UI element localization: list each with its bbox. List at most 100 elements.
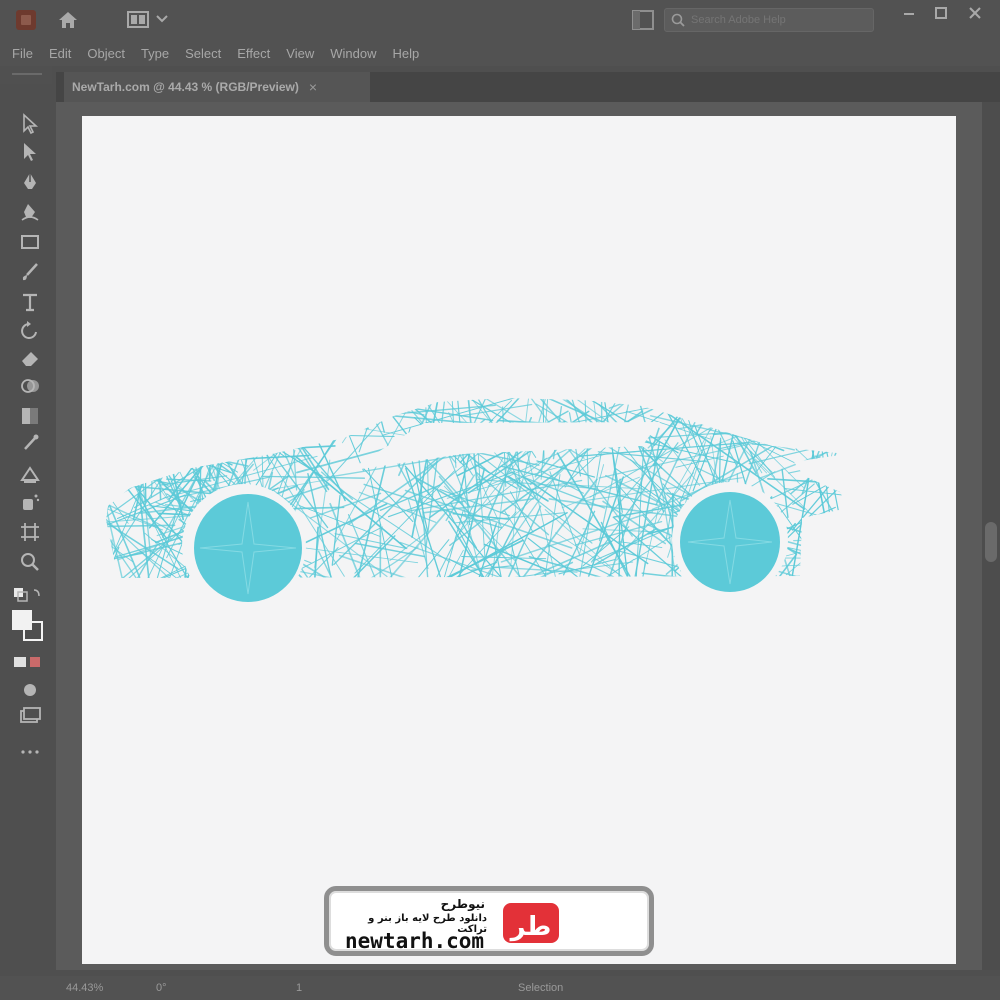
mesh-line — [159, 398, 302, 431]
mesh-line — [117, 398, 246, 438]
direct-selection-tool-icon[interactable] — [18, 140, 42, 164]
menu-file[interactable]: File — [12, 46, 33, 61]
mesh-line — [188, 398, 245, 415]
mesh-line — [140, 454, 200, 472]
arrange-documents-icon[interactable] — [632, 10, 654, 30]
artboard-number[interactable]: 1 — [296, 982, 302, 994]
menu-help[interactable]: Help — [392, 46, 419, 61]
eraser-tool-icon[interactable] — [18, 346, 42, 370]
mesh-line — [800, 403, 848, 470]
mesh-line — [106, 464, 171, 484]
default-colors-icon[interactable] — [12, 582, 42, 606]
mesh-line — [801, 398, 845, 495]
home-icon[interactable] — [56, 8, 80, 32]
workspace-switcher-icon[interactable] — [127, 11, 149, 28]
mesh-line — [240, 418, 294, 436]
gradient-tool-icon[interactable] — [18, 404, 42, 428]
artboard[interactable] — [82, 116, 956, 964]
mesh-line — [819, 398, 848, 426]
mesh-line — [214, 421, 257, 425]
car-mesh-lines — [106, 398, 848, 578]
mesh-line — [366, 461, 399, 578]
menu-effect[interactable]: Effect — [237, 46, 270, 61]
mesh-line — [111, 420, 153, 445]
more-tools-icon[interactable] — [18, 740, 42, 764]
mesh-line — [812, 543, 848, 578]
mesh-line — [161, 426, 278, 441]
symbol-sprayer-tool-icon[interactable] — [18, 490, 42, 514]
mesh-line — [830, 398, 848, 468]
mesh-line — [323, 398, 364, 472]
document-tab[interactable]: NewTarh.com @ 44.43 % (RGB/Preview) × — [64, 72, 370, 102]
vertical-scrollbar[interactable] — [982, 102, 1000, 970]
vertical-scroll-thumb[interactable] — [985, 522, 997, 562]
mesh-line — [723, 399, 770, 411]
mesh-line — [329, 502, 384, 578]
menu-view[interactable]: View — [286, 46, 314, 61]
rectangle-tool-icon[interactable] — [18, 230, 42, 254]
help-search-box[interactable] — [664, 8, 874, 32]
edit-toolbar-icon[interactable] — [18, 704, 42, 728]
blend-tool-icon[interactable] — [18, 462, 42, 486]
restore-icon[interactable] — [928, 4, 954, 22]
mesh-line — [106, 418, 131, 494]
draw-mode-icon[interactable] — [12, 650, 44, 674]
menu-type[interactable]: Type — [141, 46, 169, 61]
newtarh-logo: نیوطرح طر — [503, 903, 647, 949]
mesh-line — [248, 398, 267, 450]
mesh-line — [331, 494, 341, 566]
menu-edit[interactable]: Edit — [49, 46, 71, 61]
mesh-line — [257, 412, 316, 443]
close-tab-icon[interactable]: × — [309, 79, 317, 95]
mesh-line — [106, 400, 191, 417]
chevron-down-icon[interactable] — [156, 14, 168, 24]
type-tool-icon[interactable] — [18, 290, 42, 314]
mesh-line — [106, 464, 152, 578]
shape-builder-tool-icon[interactable] — [18, 374, 42, 398]
mesh-line — [212, 398, 222, 455]
zoom-level[interactable]: 44.43% — [66, 982, 103, 994]
mesh-line — [695, 398, 729, 435]
mesh-line — [106, 398, 232, 474]
mesh-line — [373, 398, 385, 433]
help-search-input[interactable] — [685, 13, 873, 27]
rotation-value[interactable]: 0° — [156, 982, 167, 994]
mesh-line — [314, 398, 391, 439]
menu-window[interactable]: Window — [330, 46, 376, 61]
screen-mode-icon[interactable] — [18, 678, 42, 702]
canvas-area[interactable] — [56, 102, 982, 970]
menu-object[interactable]: Object — [87, 46, 125, 61]
mesh-line — [131, 398, 152, 556]
paintbrush-tool-icon[interactable] — [18, 260, 42, 284]
mesh-line — [756, 398, 840, 472]
mesh-line — [160, 408, 255, 446]
mesh-line — [152, 413, 216, 439]
close-icon[interactable] — [962, 4, 988, 22]
mesh-line — [262, 475, 366, 479]
eyedropper-tool-icon[interactable] — [18, 432, 42, 456]
curvature-tool-icon[interactable] — [18, 200, 42, 224]
mesh-line — [712, 398, 746, 429]
selection-tool-icon[interactable] — [18, 112, 42, 136]
mesh-line — [809, 398, 848, 435]
mesh-line — [165, 398, 312, 401]
mesh-line — [814, 455, 848, 474]
artboard-tool-icon[interactable] — [18, 520, 42, 544]
mesh-line — [821, 447, 840, 578]
pen-tool-icon[interactable] — [18, 170, 42, 194]
toolbar-collapse-handle[interactable] — [0, 66, 52, 84]
mesh-line — [130, 398, 200, 433]
mesh-line — [151, 398, 191, 422]
minimize-icon[interactable] — [896, 4, 922, 22]
car-illustration[interactable] — [82, 116, 956, 964]
mesh-line — [124, 439, 249, 467]
mesh-line — [193, 398, 205, 441]
mesh-line — [217, 398, 251, 425]
menu-select[interactable]: Select — [185, 46, 221, 61]
mesh-line — [808, 444, 848, 578]
mesh-line — [719, 417, 848, 450]
fill-stroke-swatch[interactable] — [10, 608, 46, 644]
zoom-tool-icon[interactable] — [18, 550, 42, 574]
mesh-line — [632, 503, 660, 578]
rotate-tool-icon[interactable] — [18, 318, 42, 342]
